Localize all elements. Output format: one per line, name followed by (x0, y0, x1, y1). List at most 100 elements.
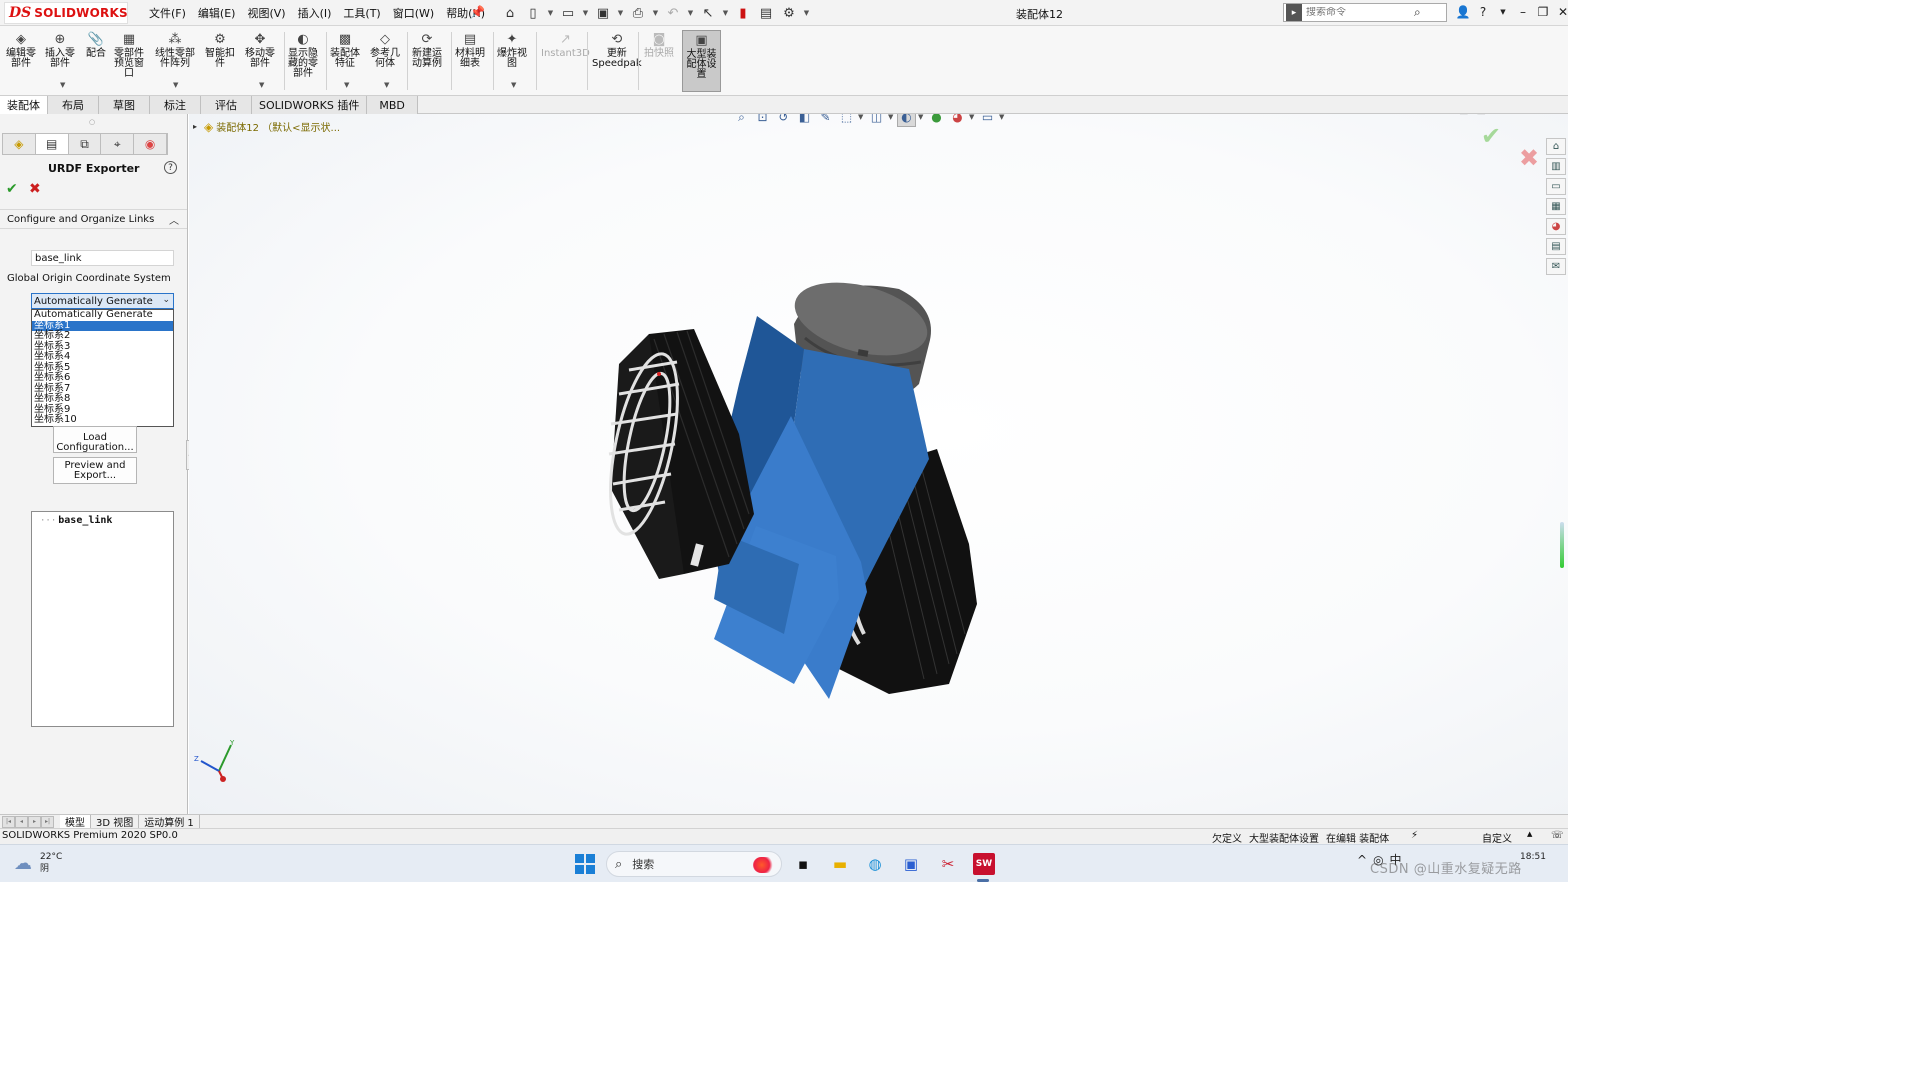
display-manager-tab-icon[interactable]: ◉ (134, 134, 167, 154)
tab-layout[interactable]: 布局 (48, 96, 99, 114)
search-commands-input[interactable] (1302, 7, 1414, 18)
dropdown-option[interactable]: 坐标系2 (32, 330, 173, 342)
tray-chevron-icon[interactable]: ^ (1357, 853, 1367, 867)
panel-split-handle[interactable]: ○ (89, 118, 95, 126)
property-manager-tab-icon[interactable]: ▤ (35, 134, 69, 154)
robot-assembly-model[interactable] (589, 274, 989, 704)
file-explorer-icon[interactable]: ▬ (829, 853, 851, 875)
apply-scene-icon[interactable]: ◕ (948, 114, 967, 127)
tab-addins[interactable]: SOLIDWORKS 插件 (252, 96, 368, 114)
rebuild-traffic-light-icon[interactable]: ▮ (733, 4, 753, 22)
tool-bom[interactable]: ▤ 材料明 细表 (455, 32, 485, 69)
forum-icon[interactable]: ✉ (1546, 258, 1566, 275)
menu-window[interactable]: 窗口(W) (387, 5, 440, 21)
snipping-tool-icon[interactable]: ✂ (937, 853, 959, 875)
configuration-manager-tab-icon[interactable]: ⧉ (69, 134, 102, 154)
view-settings-dropdown-icon[interactable]: ▼ (999, 114, 1006, 121)
tab-assembly[interactable]: 装配体 (0, 96, 48, 114)
first-tab-icon[interactable]: |◂ (2, 815, 15, 828)
viewport-split-icon[interactable]: ◨ (1476, 114, 1485, 116)
tool-large-assembly-settings[interactable]: ▣ 大型装 配体设 置 (682, 30, 721, 92)
section-view-icon[interactable]: ◧ (795, 114, 814, 127)
graphics-scroll-indicator[interactable] (1560, 522, 1564, 568)
close-icon[interactable]: ✕ (1554, 3, 1572, 21)
menu-tools[interactable]: 工具(T) (337, 5, 386, 21)
custom-properties-icon[interactable]: ▤ (1546, 238, 1566, 255)
tool-show-hidden[interactable]: ◐ 显示隐 藏的零 部件 (288, 32, 318, 79)
flyout-feature-tree[interactable]: ▸ ◈ 装配体12 （默认<显示状... (193, 119, 340, 135)
tool-instant3d[interactable]: ↗ Instant3D (541, 32, 590, 59)
status-units[interactable]: 自定义 (1482, 830, 1512, 845)
dynamic-annotation-icon[interactable]: ✎ (816, 114, 835, 127)
status-large-assembly[interactable]: 大型装配体设置 (1249, 830, 1319, 845)
tool-snapshot[interactable]: ◙ 拍快照 (644, 32, 674, 59)
tool-new-motion-study[interactable]: ⟳ 新建运 动算例 (412, 32, 442, 69)
last-tab-icon[interactable]: ▸| (41, 815, 54, 828)
tool-smart-fastener[interactable]: ⚙ 智能扣 件 (205, 32, 235, 69)
appearances-icon[interactable]: ◕ (1546, 218, 1566, 235)
tool-exploded-view[interactable]: ✦ 爆炸视 图 (497, 32, 527, 69)
select-dropdown-icon[interactable]: ▼ (721, 4, 730, 22)
tab-motion-study[interactable]: 运动算例 1 (139, 814, 200, 829)
ok-button[interactable]: ✔ (6, 181, 18, 197)
chevron-down-icon[interactable]: ⌄ (162, 295, 170, 305)
previous-view-icon[interactable]: ↺ (774, 114, 793, 127)
link-name-field[interactable]: base_link (31, 250, 174, 266)
next-tab-icon[interactable]: ▸ (28, 815, 41, 828)
coordinate-system-dropdown-list[interactable]: Automatically Generate 坐标系1 坐标系2 坐标系3 坐标… (31, 309, 174, 427)
exploded-view-dropdown-icon[interactable]: ▼ (511, 81, 516, 89)
zoom-to-area-icon[interactable]: ⊡ (753, 114, 772, 127)
dropdown-option[interactable]: 坐标系6 (32, 372, 173, 384)
print-icon[interactable]: ⎙ (628, 4, 648, 22)
minimize-icon[interactable]: – (1514, 3, 1532, 21)
tool-component-preview[interactable]: ▦ 零部件 预览窗 口 (114, 32, 144, 79)
prev-tab-icon[interactable]: ◂ (15, 815, 28, 828)
cancel-button[interactable]: ✖ (29, 181, 41, 197)
open-folder-icon[interactable]: ▭ (558, 4, 578, 22)
tree-node-base-link[interactable]: base_link (40, 515, 112, 526)
tool-edit-component[interactable]: ◈ 编辑零 部件 (6, 32, 36, 69)
tooltip-icon[interactable]: ☏ (1551, 830, 1564, 841)
tab-evaluate[interactable]: 评估 (201, 96, 252, 114)
search-mode-icon[interactable]: ▸ (1286, 4, 1302, 21)
tab-markup[interactable]: 标注 (150, 96, 201, 114)
help-dropdown-icon[interactable]: ▼ (1494, 3, 1512, 21)
insert-component-dropdown-icon[interactable]: ▼ (60, 81, 65, 89)
pin-menu-icon[interactable]: 📌 (470, 5, 485, 19)
save-dropdown-icon[interactable]: ▼ (616, 4, 625, 22)
tab-sketch[interactable]: 草图 (99, 96, 150, 114)
search-commands[interactable]: ▸ ⌕ (1283, 3, 1447, 22)
solidworks-taskbar-icon[interactable]: SW (973, 853, 995, 875)
dropdown-option[interactable]: 坐标系10 (32, 414, 173, 426)
tool-assembly-feature[interactable]: ▩ 装配体 特征 (330, 32, 360, 69)
tab-3d-view[interactable]: 3D 视图 (91, 814, 140, 829)
help-icon[interactable]: ? (1474, 3, 1492, 21)
reference-geometry-dropdown-icon[interactable]: ▼ (384, 81, 389, 89)
chevron-up-icon[interactable]: ︿ (169, 212, 179, 227)
hide-show-items-icon[interactable]: ◐ (897, 114, 916, 127)
taskbar-search[interactable]: ⌕ 搜索 (606, 851, 782, 877)
home-icon[interactable]: ⌂ (500, 4, 520, 22)
start-button[interactable] (575, 854, 595, 874)
load-configuration-button[interactable]: Load Configuration... (53, 426, 137, 453)
menu-edit[interactable]: 编辑(E) (192, 5, 242, 21)
confirmation-corner-cancel-icon[interactable]: ✖ (1519, 144, 1539, 172)
menu-insert[interactable]: 插入(I) (292, 5, 338, 21)
link-tree[interactable]: base_link (31, 511, 174, 727)
tool-linear-pattern[interactable]: ⁂ 线性零部 件阵列 (155, 32, 195, 69)
options-gear-icon[interactable]: ⚙ (779, 4, 799, 22)
solidworks-resources-icon[interactable]: ⌂ (1546, 138, 1566, 155)
store-icon[interactable]: ▣ (900, 853, 922, 875)
taskbar-clock[interactable]: 18:51 (1520, 851, 1546, 863)
dropdown-option[interactable]: 坐标系8 (32, 393, 173, 405)
move-component-dropdown-icon[interactable]: ▼ (259, 81, 264, 89)
menu-file[interactable]: 文件(F) (143, 5, 192, 21)
viewport-close-icon[interactable]: ✕ (1511, 114, 1519, 116)
view-orientation-icon[interactable]: ⬚ (837, 114, 856, 127)
viewport-restore-icon[interactable]: ❐ (1494, 114, 1503, 116)
expand-arrow-icon[interactable]: ▸ (193, 122, 197, 131)
save-icon[interactable]: ▣ (593, 4, 613, 22)
file-properties-icon[interactable]: ▤ (756, 4, 776, 22)
search-icon[interactable]: ⌕ (1414, 5, 1421, 20)
task-view-icon[interactable]: ▪ (792, 853, 814, 875)
